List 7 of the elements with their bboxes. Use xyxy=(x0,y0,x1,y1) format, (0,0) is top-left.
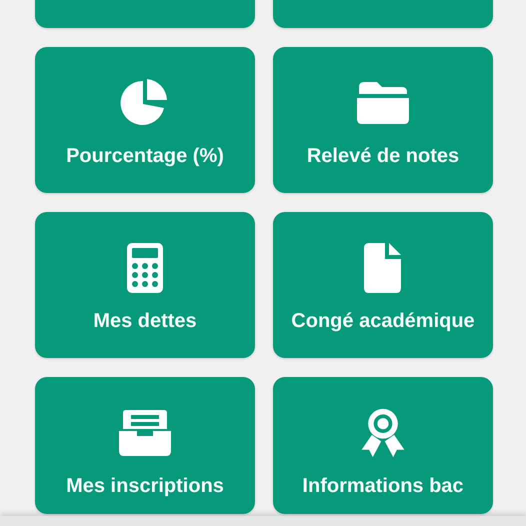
menu-tile[interactable]: Mes dettes xyxy=(35,212,255,358)
menu-tile[interactable]: Informations bac xyxy=(273,377,493,514)
menu-tile[interactable]: Relevé de notes xyxy=(273,47,493,193)
menu-tile[interactable]: Pourcentage (%) xyxy=(35,47,255,193)
menu-tile[interactable]: Congé académique xyxy=(273,212,493,358)
inbox-tray-icon xyxy=(117,407,173,459)
menu-tile[interactable]: Mes inscriptions xyxy=(35,377,255,514)
